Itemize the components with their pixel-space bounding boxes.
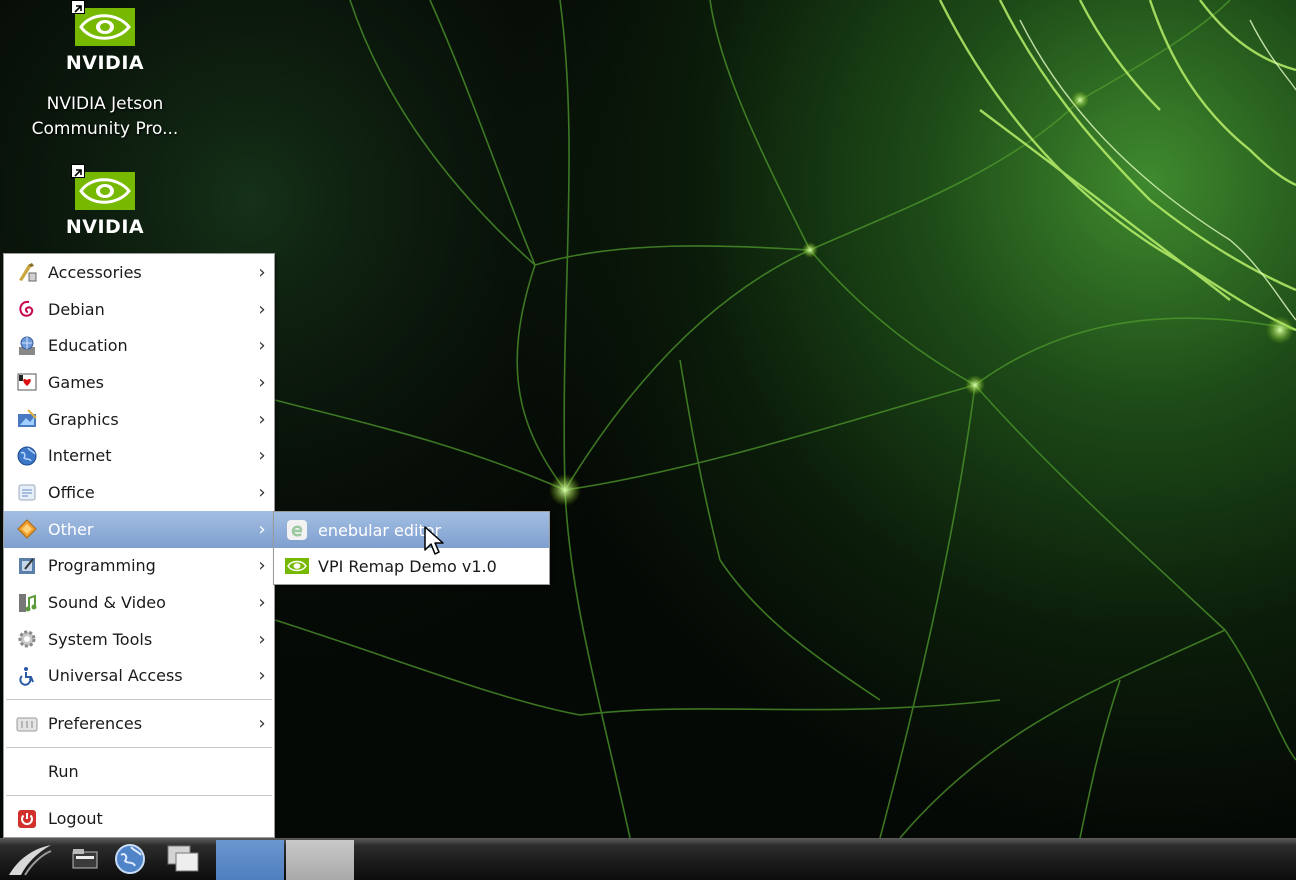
chevron-right-icon: › [258,592,266,614]
menu-item-preferences[interactable]: Preferences › [4,705,274,742]
chevron-right-icon: › [258,555,266,577]
menu-item-logout[interactable]: Logout [4,801,274,838]
chevron-right-icon: › [258,298,266,320]
menu-item-other[interactable]: Other › [4,510,274,548]
other-submenu: enebular editor VPI Remap Demo v1.0 [273,511,550,585]
education-globe-icon [14,333,40,359]
menu-item-universal-access[interactable]: Universal Access › [4,658,274,695]
chevron-right-icon: › [258,628,266,650]
menu-item-label: Universal Access [48,666,183,686]
run-blank-icon [14,758,40,784]
submenu-item-enebular-editor[interactable]: enebular editor [274,512,549,548]
chevron-right-icon: › [258,518,266,540]
file-manager-icon [72,849,98,869]
desktop-icon-nvidia-shortcut[interactable]: NVIDIA [10,164,200,238]
menu-item-label: Games [48,372,104,392]
workspace-2-button[interactable] [286,840,354,880]
nvidia-wordmark: NVIDIA [65,216,145,238]
menu-item-sound-video[interactable]: Sound & Video › [4,584,274,621]
menu-item-label: Education [48,336,128,356]
show-desktop-button[interactable] [162,840,204,878]
menu-item-graphics[interactable]: Graphics › [4,401,274,438]
chevron-right-icon: › [258,261,266,283]
workspace-1-button[interactable] [216,840,284,880]
music-note-icon [14,590,40,616]
chevron-right-icon: › [258,371,266,393]
preferences-icon [14,711,40,737]
chevron-right-icon: › [258,335,266,357]
chevron-right-icon: › [258,713,266,735]
menu-item-accessories[interactable]: Accessories › [4,254,274,291]
menu-item-label: Preferences [48,714,143,734]
programming-icon [14,553,40,579]
menu-separator [6,746,272,748]
start-menu-icon [9,845,52,876]
debian-swirl-icon [14,296,40,322]
mouse-cursor-icon [424,526,444,555]
show-desktop-icon [167,845,199,872]
menu-item-run[interactable]: Run [4,753,274,790]
menu-item-label: Debian [48,299,105,319]
start-menu-button[interactable] [2,840,58,878]
menu-item-internet[interactable]: Internet › [4,437,274,474]
nvidia-logo-icon [284,553,310,579]
desktop-icon-label: NVIDIA Jetson Community Pro... [31,94,179,139]
shortcut-arrow-icon [71,0,85,14]
menu-item-label: System Tools [48,629,153,649]
shortcut-arrow-icon [71,164,85,178]
menu-item-system-tools[interactable]: System Tools › [4,621,274,658]
web-browser-icon [115,844,145,874]
chevron-right-icon: › [258,408,266,430]
menu-item-programming[interactable]: Programming › [4,548,274,585]
accessories-icon [14,259,40,285]
office-icon [14,479,40,505]
menu-item-games[interactable]: Games › [4,364,274,401]
menu-item-label: Accessories [48,262,142,282]
taskbar [0,838,1296,880]
graphics-icon [14,406,40,432]
chevron-right-icon: › [258,481,266,503]
menu-item-education[interactable]: Education › [4,327,274,364]
menu-item-office[interactable]: Office › [4,474,274,511]
menu-separator [6,794,272,796]
chevron-right-icon: › [258,445,266,467]
menu-item-label: Graphics [48,409,119,429]
menu-item-label: VPI Remap Demo v1.0 [318,556,497,576]
nvidia-wordmark: NVIDIA [65,52,145,74]
file-manager-button[interactable] [68,840,102,878]
other-diamond-icon [14,516,40,542]
accessibility-icon [14,663,40,689]
menu-item-label: Other [48,519,94,539]
menu-item-label: Office [48,482,95,502]
menu-item-label: Logout [48,809,103,829]
chevron-right-icon: › [258,665,266,687]
menu-separator [6,699,272,701]
menu-item-label: Programming [48,556,156,576]
menu-item-label: Run [48,761,79,781]
application-menu: Accessories › Debian › Education › Games… [3,253,275,839]
menu-item-debian[interactable]: Debian › [4,291,274,328]
enebular-icon [284,517,310,543]
gear-icon [14,626,40,652]
power-icon [14,806,40,832]
menu-item-label: Internet [48,446,112,466]
submenu-item-vpi-remap-demo[interactable]: VPI Remap Demo v1.0 [274,548,549,584]
playing-card-icon [14,369,40,395]
menu-item-label: Sound & Video [48,593,166,613]
web-browser-button[interactable] [110,840,150,878]
desktop-icon-nvidia-community-projects[interactable]: NVIDIA NVIDIA Jetson Community Pro... [10,0,200,142]
globe-icon [14,443,40,469]
